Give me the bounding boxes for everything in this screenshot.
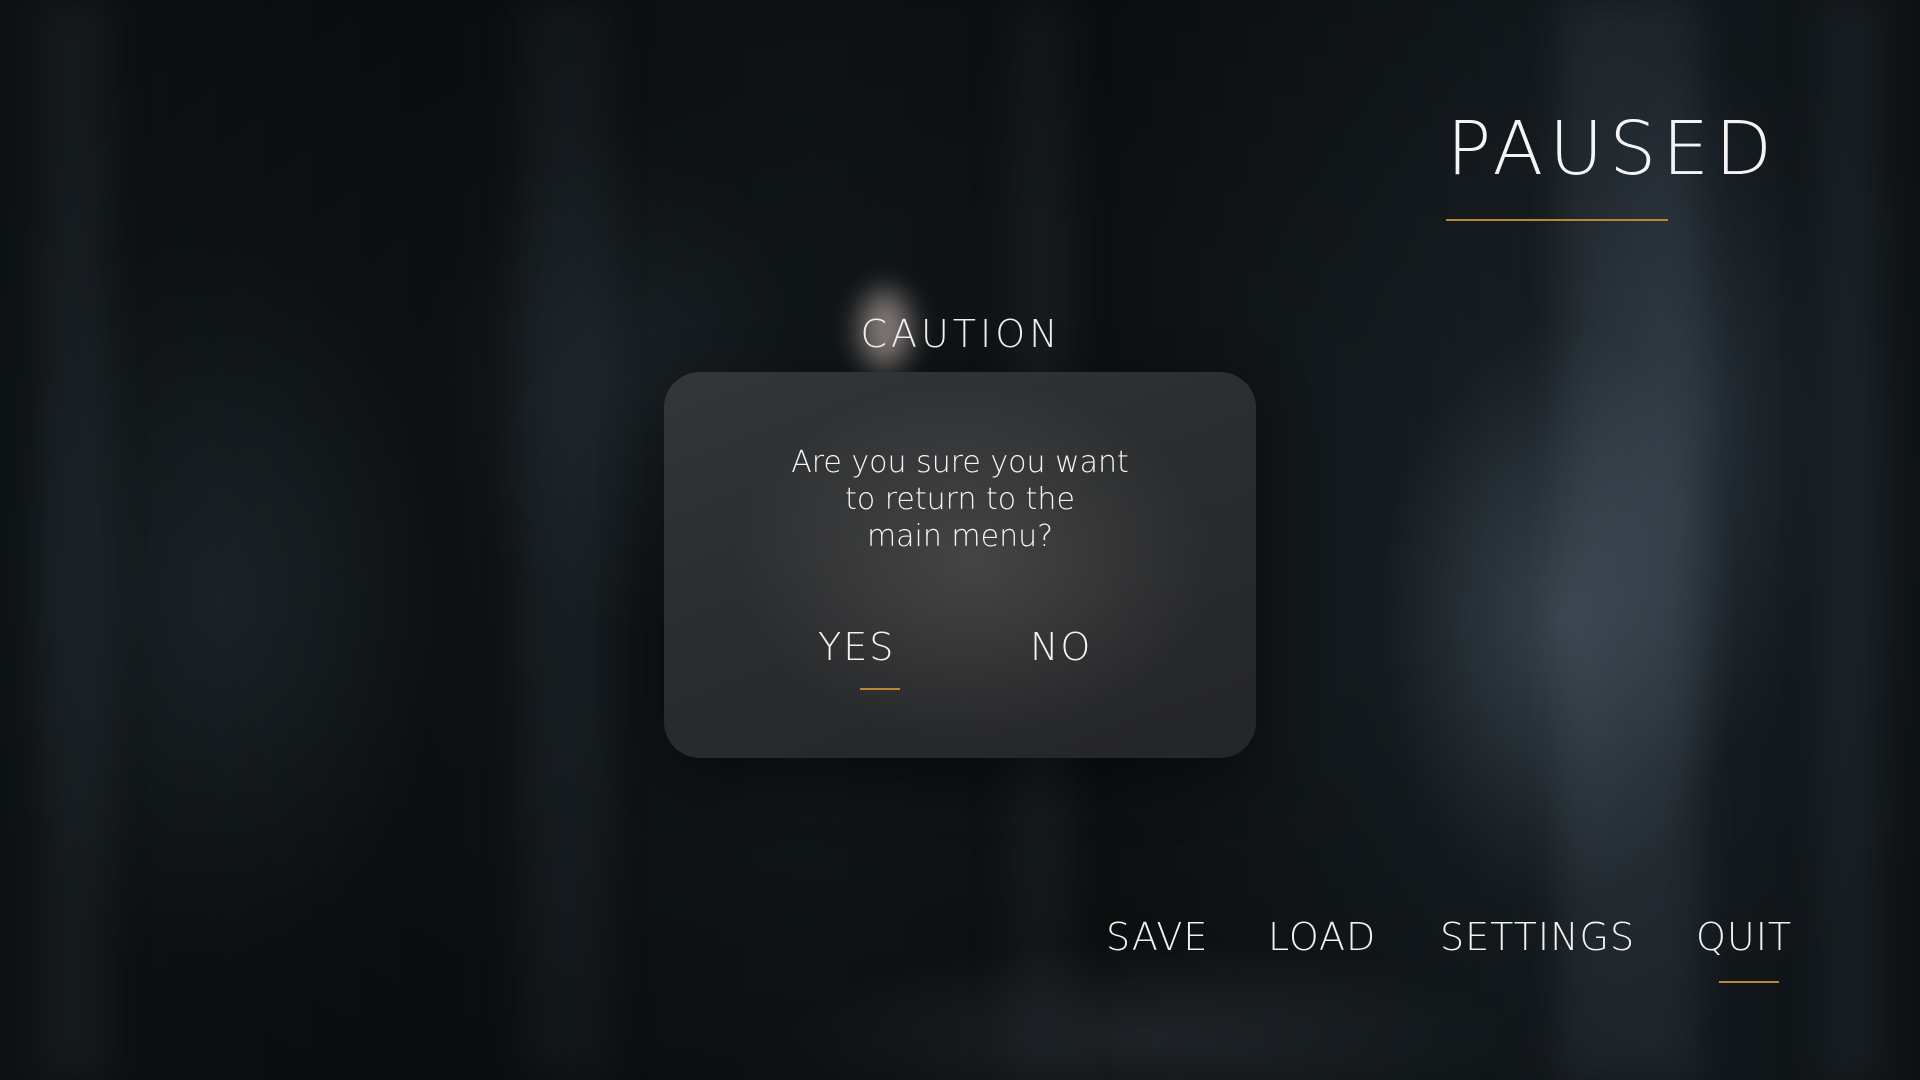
confirm-dialog: Are you sure you want to return to the m… — [664, 372, 1256, 758]
menu-settings-button[interactable]: SETTINGS — [1440, 918, 1635, 956]
dialog-message: Are you sure you want to return to the m… — [791, 445, 1129, 554]
paused-title-underline — [1446, 219, 1668, 221]
paused-title: PAUSED — [1446, 106, 1778, 192]
menu-save-button[interactable]: SAVE — [1106, 918, 1208, 956]
no-button[interactable]: NO — [1030, 628, 1092, 666]
menu-quit-button[interactable]: QUIT — [1696, 918, 1792, 956]
yes-selection-underline — [860, 688, 900, 690]
dialog-heading: CAUTION — [860, 312, 1062, 356]
quit-active-underline — [1719, 981, 1779, 983]
menu-load-button[interactable]: LOAD — [1268, 918, 1376, 956]
yes-button[interactable]: YES — [818, 628, 895, 666]
pause-screen: PAUSED CAUTION Are you sure you want to … — [0, 0, 1920, 1080]
